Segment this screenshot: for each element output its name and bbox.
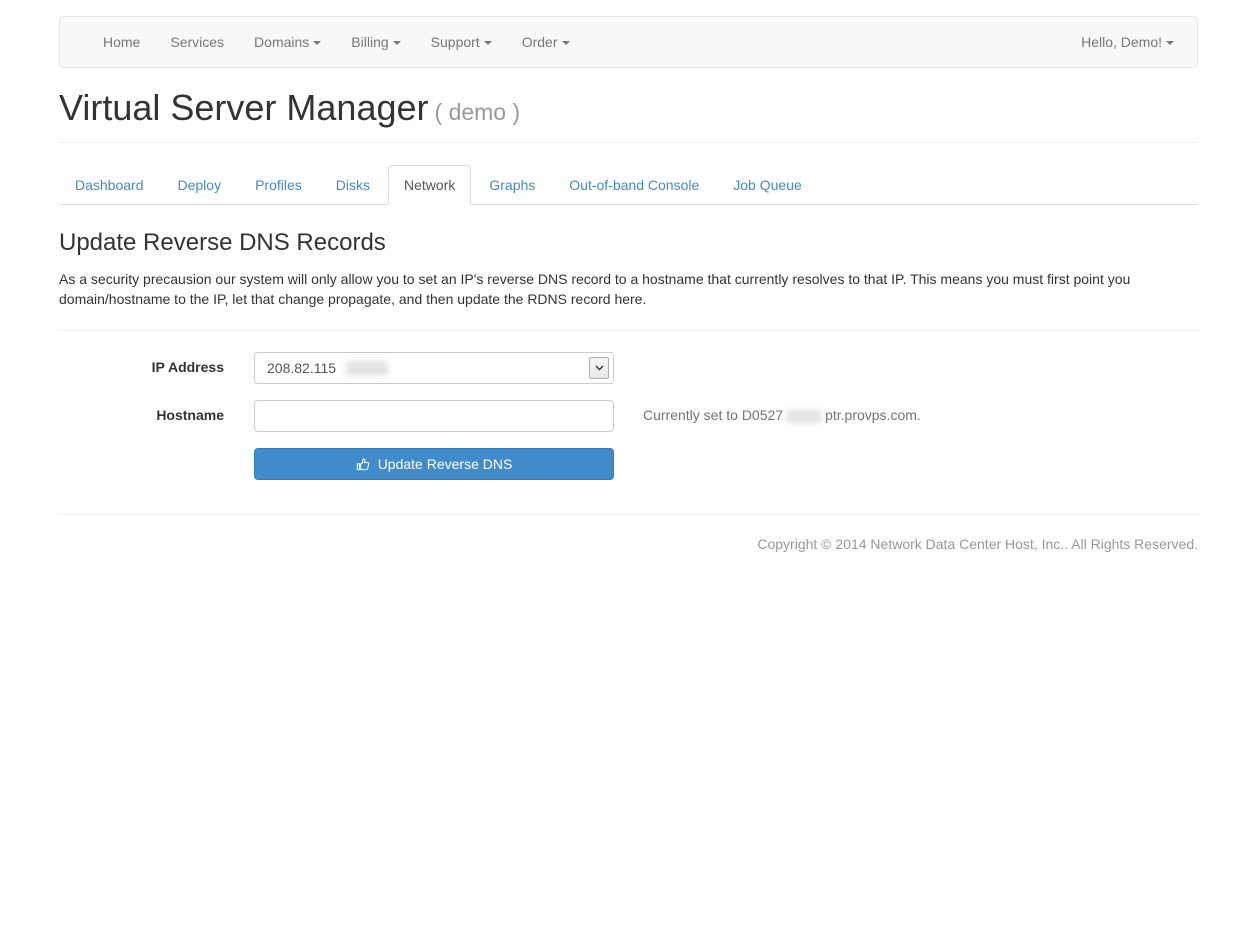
current-rdns-suffix: ptr.provps.com. — [825, 407, 921, 423]
nav-label: Support — [431, 34, 480, 50]
hostname-field — [254, 400, 614, 432]
tab-link-graphs[interactable]: Graphs — [473, 165, 551, 205]
update-reverse-dns-label: Update Reverse DNS — [378, 456, 513, 472]
nav-item-billing: Billing — [336, 17, 415, 67]
tab-deploy: Deploy — [162, 165, 238, 205]
caret-down-icon — [562, 41, 570, 45]
current-rdns-prefix: Currently set to D0527 — [643, 407, 783, 423]
nav-link-services[interactable]: Services — [155, 17, 239, 67]
caret-down-icon — [393, 41, 401, 45]
redacted-rdns-blur — [786, 410, 822, 423]
hostname-label: Hostname — [59, 400, 254, 432]
caret-down-icon — [1166, 41, 1174, 45]
divider — [59, 330, 1198, 331]
rdns-form: IP Address 208.82.115 Hostname Currently… — [59, 352, 1198, 480]
tab-link-profiles[interactable]: Profiles — [239, 165, 318, 205]
nav-item-services: Services — [155, 17, 239, 67]
hostname-input[interactable] — [254, 400, 614, 432]
nav-link-home[interactable]: Home — [88, 17, 155, 67]
ip-address-field: 208.82.115 — [254, 352, 614, 384]
nav-label: Billing — [351, 34, 388, 50]
tab-network: Network — [388, 165, 471, 205]
tab-graphs: Graphs — [473, 165, 551, 205]
tab-link-dashboard[interactable]: Dashboard — [59, 165, 160, 205]
submit-row-spacer — [59, 448, 254, 480]
tab-link-network[interactable]: Network — [388, 165, 471, 205]
thumbs-up-icon — [356, 457, 371, 472]
nav-label: Home — [103, 34, 140, 50]
nav-label: Order — [522, 34, 558, 50]
user-menu-label: Hello, Demo! — [1081, 34, 1162, 50]
current-rdns-text: Currently set to D0527 ptr.provps.com. — [643, 400, 921, 432]
tab-link-deploy[interactable]: Deploy — [162, 165, 238, 205]
tab-dashboard: Dashboard — [59, 165, 160, 205]
copyright-text: Copyright © 2014 Network Data Center Hos… — [59, 536, 1198, 552]
section-description: As a security precausion our system will… — [59, 269, 1198, 309]
update-reverse-dns-button[interactable]: Update Reverse DNS — [254, 448, 614, 480]
page-title-text: Virtual Server Manager — [59, 87, 429, 128]
main-nav: Home Services Domains Billing Support Or… — [88, 17, 585, 67]
section-heading: Update Reverse DNS Records — [59, 229, 1198, 257]
tab-job-queue: Job Queue — [717, 165, 818, 205]
nav-label: Services — [170, 34, 224, 50]
page-container: Home Services Domains Billing Support Or… — [59, 16, 1198, 552]
navbar-right: Hello, Demo! — [1066, 17, 1189, 67]
tab-link-disks[interactable]: Disks — [320, 165, 386, 205]
nav-link-support[interactable]: Support — [416, 17, 507, 67]
nav-link-order[interactable]: Order — [507, 17, 585, 67]
page-header: Virtual Server Manager( demo ) — [59, 88, 1198, 143]
nav-item-support: Support — [416, 17, 507, 67]
nav-link-domains[interactable]: Domains — [239, 17, 336, 67]
select-arrow-button[interactable] — [589, 357, 609, 379]
caret-down-icon — [313, 41, 321, 45]
ip-address-select[interactable]: 208.82.115 — [254, 352, 614, 384]
top-navbar: Home Services Domains Billing Support Or… — [59, 16, 1198, 68]
caret-down-icon — [484, 41, 492, 45]
tab-bar: Dashboard Deploy Profiles Disks Network … — [59, 165, 1198, 205]
nav-item-domains: Domains — [239, 17, 336, 67]
page-title: Virtual Server Manager( demo ) — [59, 88, 1198, 132]
tab-disks: Disks — [320, 165, 386, 205]
tab-profiles: Profiles — [239, 165, 318, 205]
nav-link-billing[interactable]: Billing — [336, 17, 415, 67]
nav-label: Domains — [254, 34, 309, 50]
redacted-ip-blur — [346, 361, 388, 376]
nav-item-home: Home — [88, 17, 155, 67]
ip-address-label: IP Address — [59, 352, 254, 384]
footer-divider — [59, 514, 1198, 515]
chevron-down-icon — [595, 365, 604, 371]
page-subtitle: ( demo ) — [435, 99, 521, 125]
ip-address-row: IP Address 208.82.115 — [59, 352, 1198, 384]
nav-item-order: Order — [507, 17, 585, 67]
user-menu[interactable]: Hello, Demo! — [1066, 17, 1189, 67]
tab-link-oob-console[interactable]: Out-of-band Console — [553, 165, 715, 205]
tab-link-job-queue[interactable]: Job Queue — [717, 165, 818, 205]
submit-row: Update Reverse DNS — [59, 448, 1198, 480]
ip-address-value: 208.82.115 — [267, 360, 336, 376]
hostname-row: Hostname Currently set to D0527 ptr.provp… — [59, 400, 1198, 432]
tab-oob-console: Out-of-band Console — [553, 165, 715, 205]
